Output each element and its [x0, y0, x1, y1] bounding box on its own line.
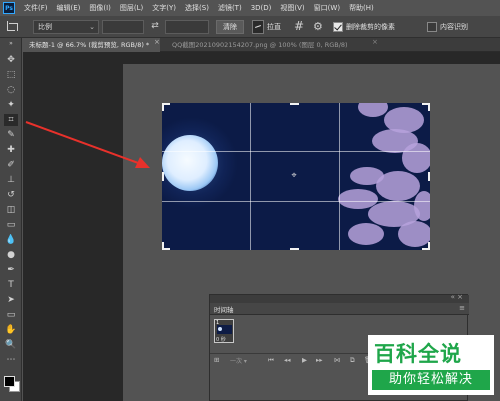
crop-ratio-select[interactable]: 比例 ⌄	[33, 20, 99, 34]
menu-image[interactable]: 图像(I)	[89, 3, 111, 13]
crop-handle-bottom-right[interactable]	[428, 242, 430, 250]
moon-image	[162, 135, 218, 191]
brush-tool-icon[interactable]: ✐	[4, 159, 18, 171]
previous-frame-icon[interactable]: ◂◂	[284, 356, 291, 364]
photoshop-logo[interactable]: Ps	[3, 2, 15, 14]
crop-ratio-value: 比例	[38, 23, 52, 31]
loop-option-value: 一次	[230, 358, 243, 365]
next-frame-icon[interactable]: ▸▸	[316, 356, 323, 364]
gear-icon[interactable]: ⚙	[313, 20, 325, 34]
lasso-tool-icon[interactable]: ◌	[4, 84, 18, 96]
content-aware-checkbox[interactable]	[427, 22, 437, 32]
document-canvas[interactable]: ⌖	[162, 103, 430, 250]
gradient-tool-icon[interactable]: ▭	[4, 219, 18, 231]
crop-width-field[interactable]	[102, 20, 144, 34]
menu-file[interactable]: 文件(F)	[24, 3, 48, 13]
crop-height-field[interactable]	[165, 20, 209, 34]
delete-cropped-pixels-label: 删除裁剪的像素	[346, 23, 395, 31]
straighten-icon[interactable]	[252, 20, 264, 34]
crop-handle-bottom-left[interactable]	[162, 242, 164, 250]
loop-options-select[interactable]: 一次 ▾	[230, 356, 247, 365]
marquee-tool-icon[interactable]: ⬚	[4, 69, 18, 81]
eyedropper-tool-icon[interactable]: ✎	[4, 129, 18, 141]
crop-handle-right[interactable]	[428, 172, 430, 181]
close-icon[interactable]: ×	[154, 38, 160, 46]
crop-grid-line	[250, 103, 251, 250]
rectangle-tool-icon[interactable]: ▭	[4, 309, 18, 321]
crop-handle-top-left[interactable]	[162, 103, 164, 111]
type-tool-icon[interactable]: T	[4, 279, 18, 291]
tween-icon[interactable]: ⋈	[334, 356, 341, 364]
menu-3d[interactable]: 3D(D)	[251, 4, 272, 12]
dodge-tool-icon[interactable]: ●	[4, 249, 18, 261]
swap-dimensions-icon[interactable]: ⇄	[148, 20, 162, 34]
frame-thumbnail	[217, 325, 232, 334]
tab-qq-screenshot[interactable]: QQ截图20210902154207.png @ 100% (图层 0, RGB…	[166, 38, 376, 52]
watermark-logo: 百科全说 助你轻松解决	[368, 335, 494, 395]
move-tool-icon[interactable]: ✥	[4, 54, 18, 66]
crop-handle-left[interactable]	[162, 172, 164, 181]
chevron-down-icon: ⌄	[89, 23, 95, 31]
frame-delay[interactable]: 0 秒	[216, 336, 226, 343]
pen-tool-icon[interactable]: ✒	[4, 264, 18, 276]
convert-to-video-timeline-icon[interactable]: ⊞	[214, 356, 219, 364]
tab-label: QQ截图20210902154207.png @ 100% (图层 0, RGB…	[172, 41, 348, 49]
toolbar-collapse-icon[interactable]: »	[4, 40, 18, 52]
tab-label: 未标题-1 @ 66.7% (裁剪预览, RGB/8) *	[29, 41, 150, 49]
path-selection-tool-icon[interactable]: ➤	[4, 294, 18, 306]
menu-edit[interactable]: 编辑(E)	[57, 3, 81, 13]
watermark-title: 百科全说	[374, 342, 462, 366]
clone-stamp-tool-icon[interactable]: ⊥	[4, 174, 18, 186]
panel-menu-icon[interactable]: ≡	[459, 304, 465, 312]
healing-brush-tool-icon[interactable]: ✚	[4, 144, 18, 156]
photoshop-window: Ps 文件(F) 编辑(E) 图像(I) 图层(L) 文字(Y) 选择(S) 滤…	[0, 0, 500, 401]
menu-help[interactable]: 帮助(H)	[349, 3, 374, 13]
delete-cropped-pixels-checkbox[interactable]	[333, 22, 343, 32]
menu-select[interactable]: 选择(S)	[185, 3, 209, 13]
first-frame-icon[interactable]: ⏮	[268, 356, 274, 365]
magic-wand-tool-icon[interactable]: ✦	[4, 99, 18, 111]
crop-tool-icon[interactable]: ⌗	[4, 114, 18, 126]
eraser-tool-icon[interactable]: ◫	[4, 204, 18, 216]
straighten-label[interactable]: 拉直	[267, 20, 287, 34]
animation-frame[interactable]: 1 0 秒	[214, 319, 234, 343]
menu-filter[interactable]: 滤镜(T)	[218, 3, 242, 13]
grid-overlay-icon[interactable]	[292, 19, 306, 34]
menu-window[interactable]: 窗口(W)	[314, 3, 340, 13]
play-icon[interactable]: ▶	[302, 356, 307, 364]
crop-grid-line	[162, 151, 430, 152]
history-brush-tool-icon[interactable]: ↺	[4, 189, 18, 201]
content-aware-label: 内容识别	[440, 23, 468, 31]
timeline-title[interactable]: 时间轴	[214, 304, 234, 314]
zoom-tool-icon[interactable]: 🔍	[4, 339, 18, 351]
crop-handle-bottom[interactable]	[290, 248, 299, 250]
menu-view[interactable]: 视图(V)	[280, 3, 304, 13]
foreground-color-swatch[interactable]	[4, 376, 15, 387]
menu-bar: Ps 文件(F) 编辑(E) 图像(I) 图层(L) 文字(Y) 选择(S) 滤…	[0, 0, 500, 16]
crop-center-icon: ⌖	[291, 171, 297, 181]
hand-tool-icon[interactable]: ✋	[4, 324, 18, 336]
collapse-icon[interactable]: « ×	[451, 293, 463, 301]
close-icon[interactable]: ×	[372, 38, 378, 46]
crop-handle-top[interactable]	[290, 103, 299, 105]
blur-tool-icon[interactable]: 💧	[4, 234, 18, 246]
duplicate-frame-icon[interactable]: ⧉	[350, 356, 355, 365]
crop-grid-line	[339, 103, 340, 250]
tools-panel: » ✥ ⬚ ◌ ✦ ⌗ ✎ ✚ ✐ ⊥ ↺ ◫ ▭ 💧 ● ✒ T ➤ ▭ ✋ …	[0, 38, 22, 401]
crop-handle-top-right[interactable]	[428, 103, 430, 111]
tab-untitled-1[interactable]: 未标题-1 @ 66.7% (裁剪预览, RGB/8) *	[23, 38, 160, 52]
menu-type[interactable]: 文字(Y)	[152, 3, 176, 13]
clear-button[interactable]: 清除	[216, 20, 244, 34]
watermark-subtitle: 助你轻松解决	[372, 370, 490, 390]
crop-grid-line	[162, 201, 430, 202]
more-tools-icon[interactable]: ⋯	[4, 354, 18, 366]
panel-top-strip: « ×	[210, 293, 469, 303]
timeline-header: 时间轴 ≡	[210, 303, 469, 315]
document-tab-bar: 未标题-1 @ 66.7% (裁剪预览, RGB/8) * × QQ截图2021…	[23, 38, 500, 52]
crop-tool-preset-icon[interactable]	[4, 20, 18, 34]
options-bar: 比例 ⌄ ⇄ 清除 拉直 ⚙ 删除裁剪的像素 内容识别	[0, 16, 500, 38]
menu-layer[interactable]: 图层(L)	[120, 3, 143, 13]
